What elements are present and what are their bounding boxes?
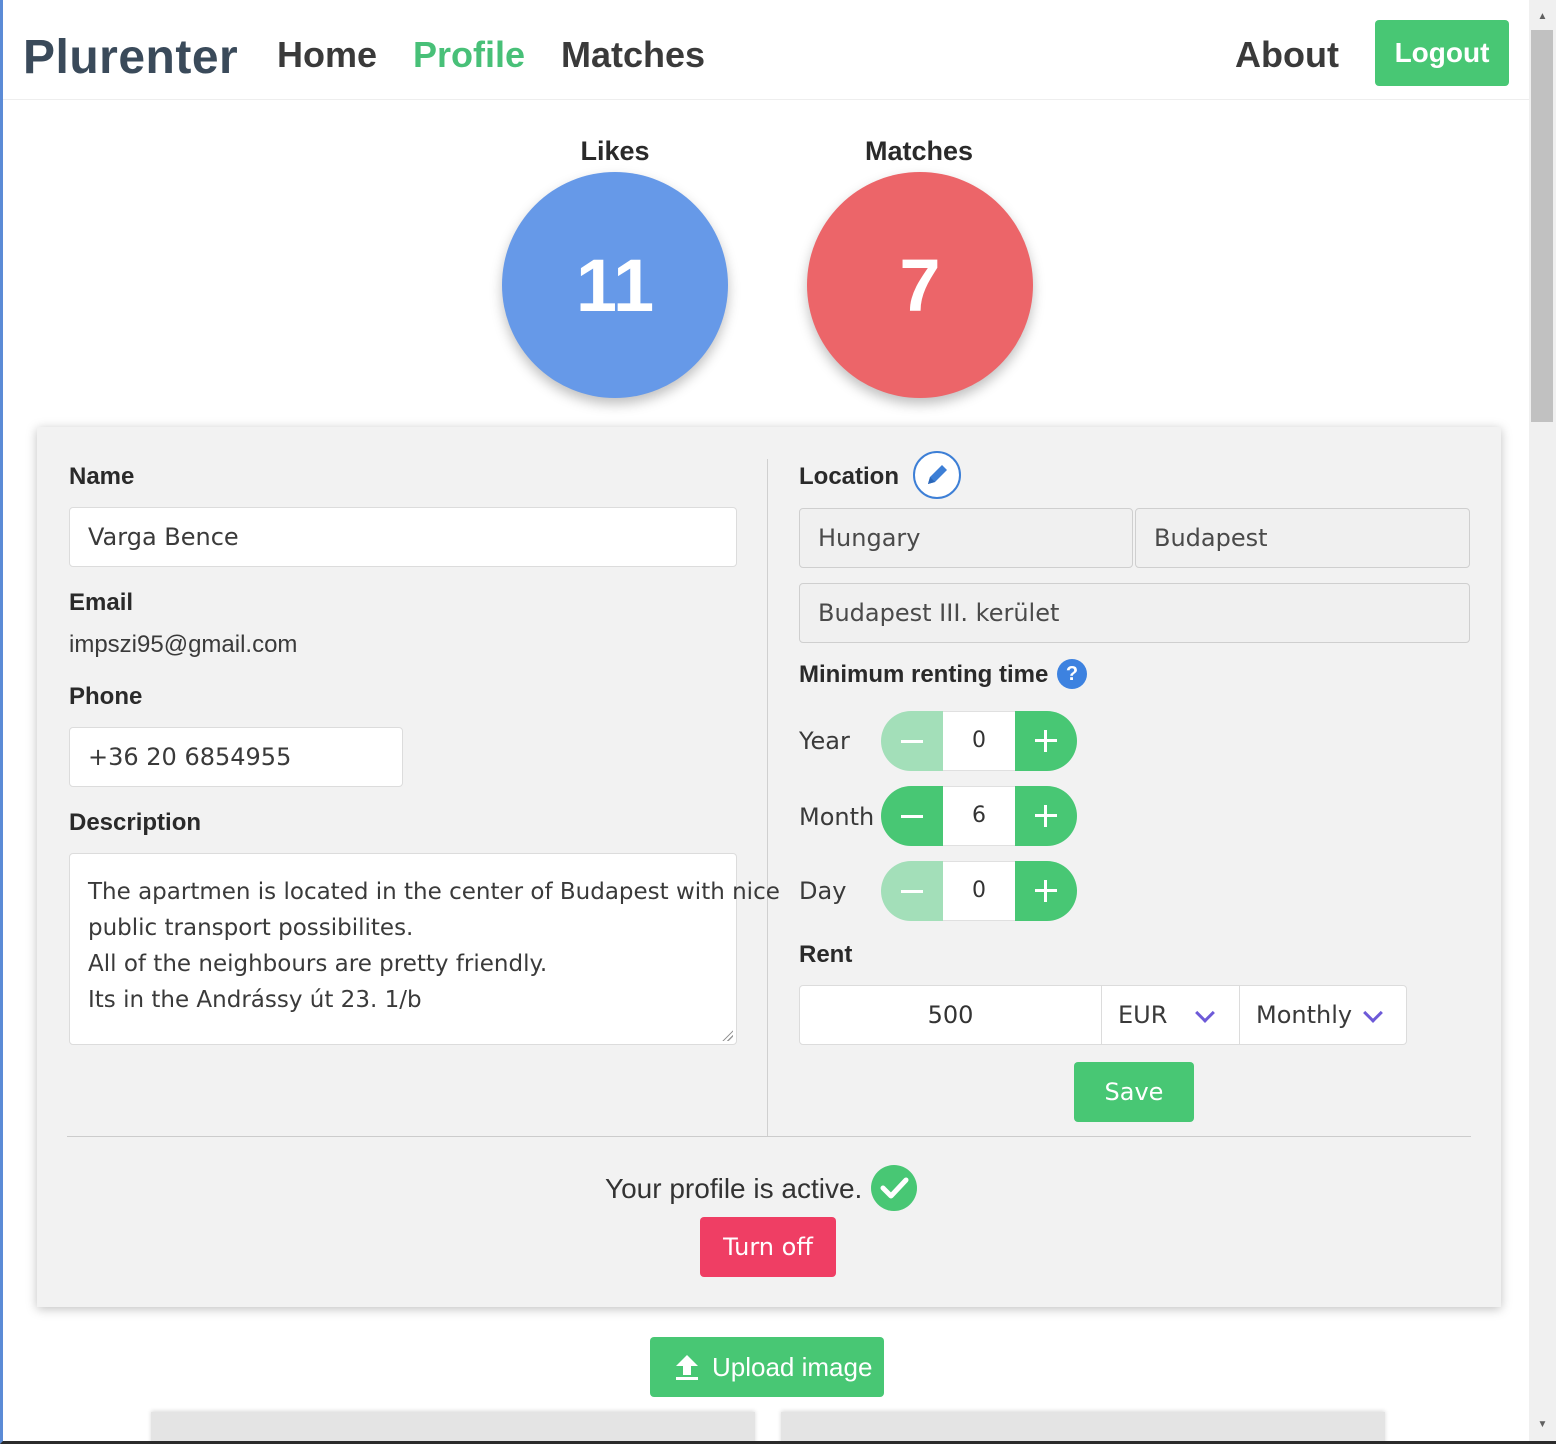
page: Plurenter Home Profile Matches About Log… xyxy=(0,0,1556,1444)
chevron-down-icon xyxy=(1363,1003,1383,1023)
phone-input[interactable]: +36 20 6854955 xyxy=(69,727,403,787)
period-value: Monthly xyxy=(1256,1001,1353,1029)
matches-count: 7 xyxy=(899,243,941,327)
upload-arrow-icon xyxy=(674,1353,700,1388)
chevron-down-icon xyxy=(1195,1003,1215,1023)
vertical-scrollbar[interactable]: ▲ ▼ xyxy=(1529,0,1556,1441)
email-label: Email xyxy=(69,589,134,616)
day-decrement-button[interactable] xyxy=(881,861,943,921)
currency-select[interactable]: EUR xyxy=(1102,986,1240,1044)
day-value[interactable]: 0 xyxy=(943,861,1015,921)
location-label: Location xyxy=(799,463,899,490)
matches-count-circle[interactable]: 7 xyxy=(807,172,1033,398)
nav-home[interactable]: Home xyxy=(277,34,377,76)
country-field[interactable]: Hungary xyxy=(799,508,1133,568)
plus-icon xyxy=(1035,730,1057,752)
image-card[interactable] xyxy=(781,1412,1385,1441)
day-increment-button[interactable] xyxy=(1015,861,1077,921)
month-decrement-button[interactable] xyxy=(881,786,943,846)
minus-icon xyxy=(901,889,923,893)
renting-time-label: Minimum renting time xyxy=(799,661,1049,688)
edit-location-pencil-icon[interactable] xyxy=(913,451,961,499)
image-card[interactable] xyxy=(151,1412,755,1441)
rent-label: Rent xyxy=(799,941,853,968)
minus-icon xyxy=(901,814,923,818)
day-stepper: 0 xyxy=(881,861,1077,921)
upload-image-label: Upload image xyxy=(712,1352,873,1382)
year-value[interactable]: 0 xyxy=(943,711,1015,771)
brand-logo[interactable]: Plurenter xyxy=(23,30,238,85)
month-label: Month xyxy=(799,803,875,831)
description-line: Its in the Andrássy út 23. 1/b xyxy=(88,987,422,1013)
month-value[interactable]: 6 xyxy=(943,786,1015,846)
logout-button[interactable]: Logout xyxy=(1375,20,1509,86)
nav-about[interactable]: About xyxy=(1235,34,1339,76)
month-stepper: 6 xyxy=(881,786,1077,846)
description-line: public transport possibilites. xyxy=(88,915,414,941)
description-textarea[interactable]: The apartmen is located in the center of… xyxy=(69,853,780,1045)
email-value: impszi95@gmail.com xyxy=(69,631,298,658)
profile-card: Name Varga Bence Email impszi95@gmail.co… xyxy=(37,427,1501,1307)
description-label: Description xyxy=(69,809,202,836)
minus-icon xyxy=(901,739,923,743)
city-field[interactable]: Budapest xyxy=(1135,508,1470,568)
plus-icon xyxy=(1035,805,1057,827)
column-divider xyxy=(767,459,768,1137)
year-increment-button[interactable] xyxy=(1015,711,1077,771)
day-label: Day xyxy=(799,877,847,905)
year-label: Year xyxy=(799,727,850,755)
district-field[interactable]: Budapest III. kerület xyxy=(799,583,1470,643)
period-select[interactable]: Monthly xyxy=(1240,986,1406,1044)
year-decrement-button[interactable] xyxy=(881,711,943,771)
nav-profile[interactable]: Profile xyxy=(413,34,525,76)
description-line: The apartmen is located in the center of… xyxy=(88,879,780,905)
currency-value: EUR xyxy=(1118,1001,1168,1029)
nav-matches[interactable]: Matches xyxy=(561,34,705,76)
scroll-down-arrow-icon[interactable]: ▼ xyxy=(1529,1414,1556,1436)
likes-count-circle: 11 xyxy=(502,172,728,398)
year-stepper: 0 xyxy=(881,711,1077,771)
likes-label: Likes xyxy=(580,136,650,166)
scrollbar-thumb[interactable] xyxy=(1531,30,1553,422)
month-increment-button[interactable] xyxy=(1015,786,1077,846)
turn-off-button[interactable]: Turn off xyxy=(700,1217,836,1277)
scroll-up-arrow-icon[interactable]: ▲ xyxy=(1529,6,1556,28)
plus-icon xyxy=(1035,880,1057,902)
upload-image-button[interactable]: Upload image xyxy=(650,1337,884,1397)
rent-amount-input[interactable]: 500 xyxy=(800,986,1102,1044)
save-button[interactable]: Save xyxy=(1074,1062,1194,1122)
rent-input-group: 500 EUR Monthly xyxy=(799,985,1407,1045)
name-input[interactable]: Varga Bence xyxy=(69,507,737,567)
resize-handle-icon[interactable] xyxy=(721,1029,733,1041)
likes-count: 11 xyxy=(575,243,655,327)
phone-label: Phone xyxy=(69,683,143,710)
navbar: Plurenter Home Profile Matches About Log… xyxy=(3,6,1529,100)
help-question-icon[interactable]: ? xyxy=(1057,659,1087,689)
description-line: All of the neighbours are pretty friendl… xyxy=(88,951,548,977)
checkmark-icon xyxy=(871,1165,917,1211)
matches-label: Matches xyxy=(864,136,974,166)
profile-status-text: Your profile is active. xyxy=(605,1173,863,1204)
section-divider xyxy=(67,1136,1471,1137)
name-label: Name xyxy=(69,463,135,490)
